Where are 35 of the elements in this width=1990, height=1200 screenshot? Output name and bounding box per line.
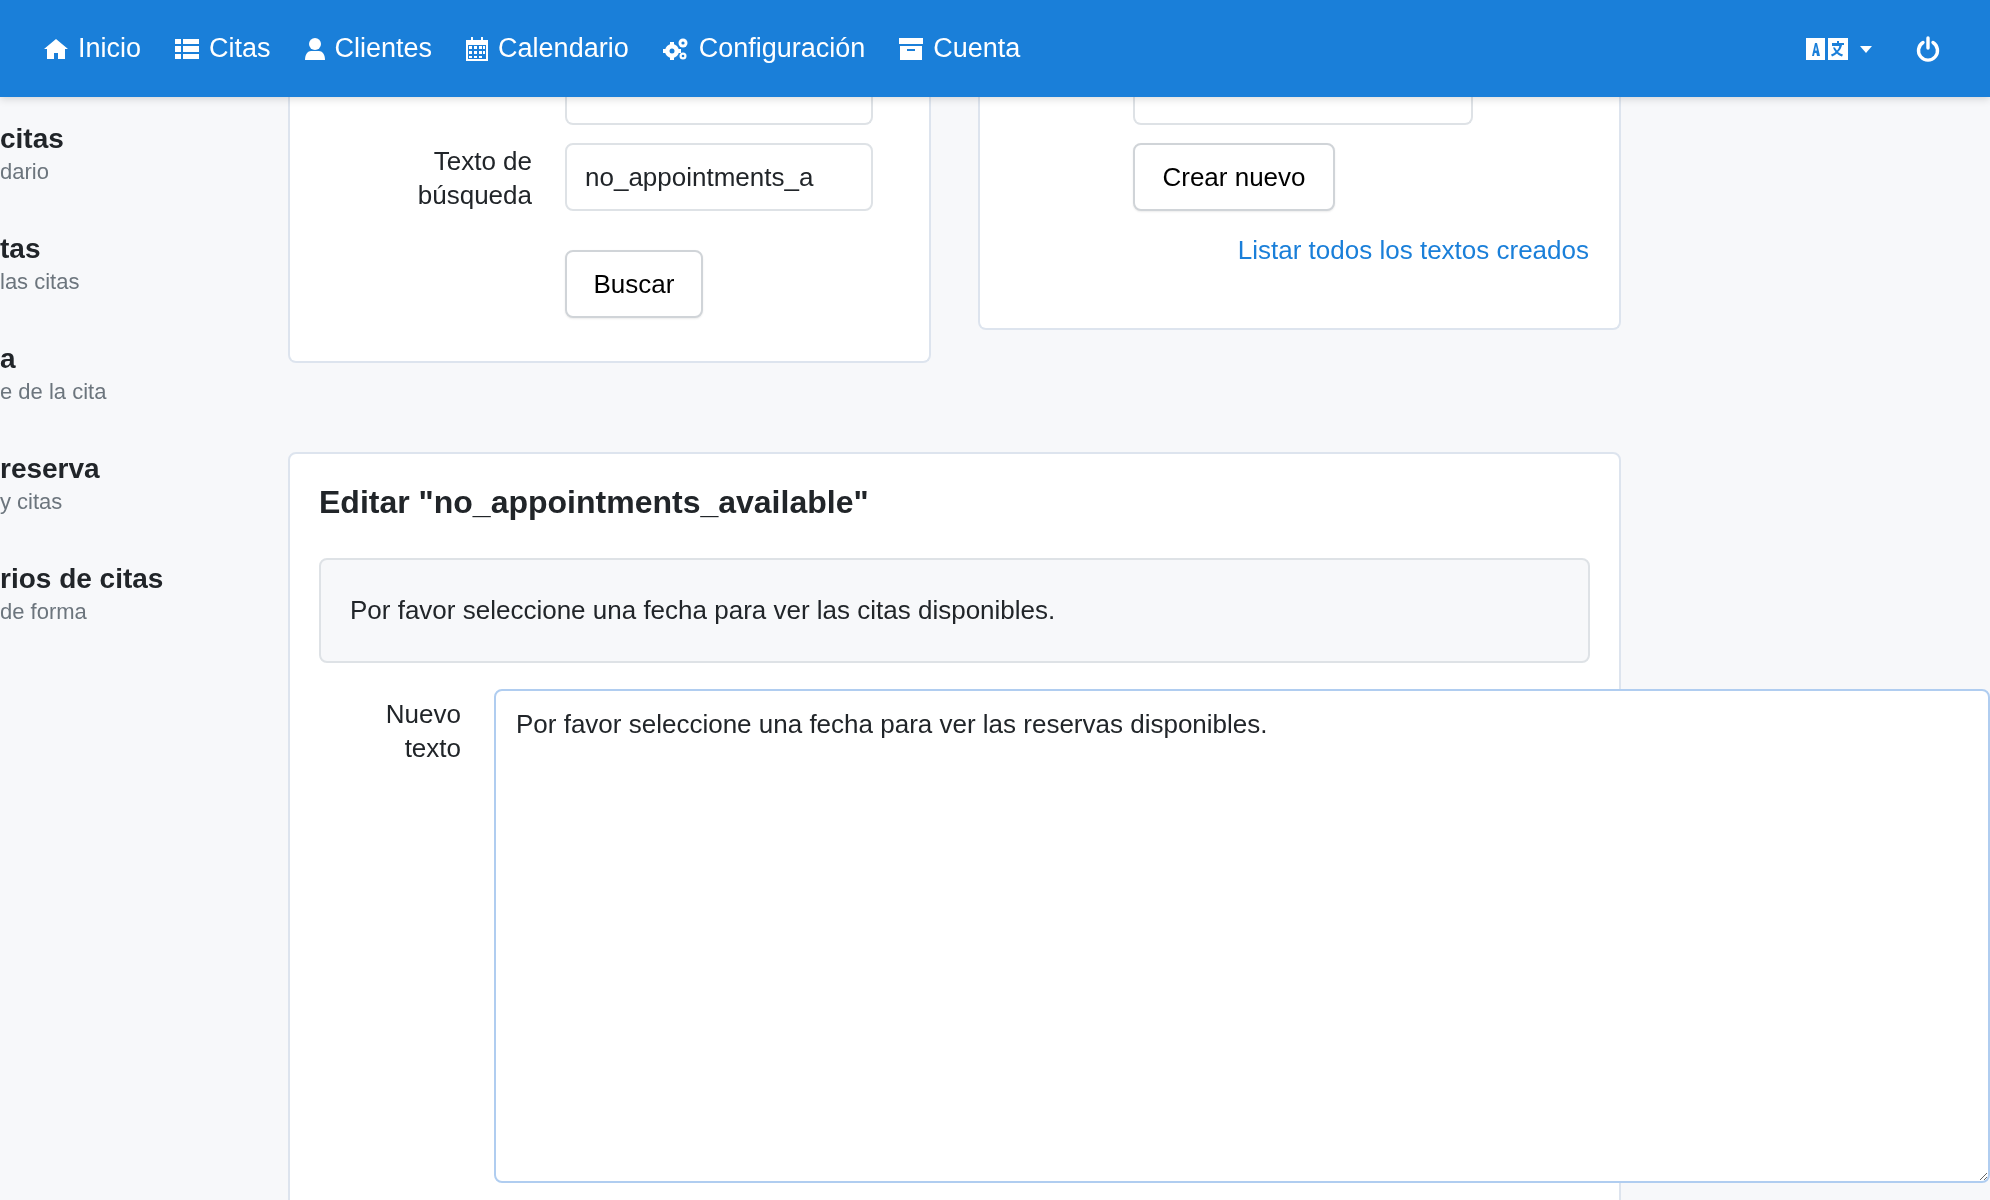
gears-icon bbox=[662, 36, 689, 61]
field-label: Texto de búsqueda bbox=[416, 145, 532, 212]
archive-box-icon bbox=[899, 37, 924, 60]
language-menu[interactable] bbox=[1806, 37, 1872, 60]
sidebar-description: e de la cita bbox=[0, 378, 108, 406]
sidebar-description: dario bbox=[0, 158, 50, 186]
sidebar-link[interactable]: reserva bbox=[0, 452, 288, 486]
nav-link[interactable]: Inicio bbox=[44, 33, 142, 64]
power-icon[interactable] bbox=[1916, 35, 1940, 62]
calendar-icon bbox=[466, 36, 489, 61]
sidebar-link[interactable]: tas bbox=[0, 232, 288, 266]
sidebar-link[interactable]: rios de citas bbox=[0, 562, 288, 596]
sidebar-link[interactable]: a bbox=[0, 342, 288, 376]
sidebar-description: las citas bbox=[0, 268, 81, 296]
caret-icon bbox=[1860, 44, 1872, 53]
home-icon bbox=[44, 37, 68, 60]
nav-link[interactable]: Configuración bbox=[662, 33, 866, 64]
nav-link[interactable]: Calendario bbox=[466, 33, 629, 64]
current-text: Por favor seleccione una fecha para ver las citas disponibles. bbox=[350, 595, 1056, 626]
search-button[interactable]: Buscar bbox=[565, 250, 703, 318]
translate-icon bbox=[1806, 37, 1848, 60]
input-field[interactable]: Por favor seleccione una fecha para ver las reservas disponibles. bbox=[494, 689, 1990, 1183]
nav-link[interactable]: Cuenta bbox=[899, 33, 1021, 64]
nav-link[interactable]: Clientes bbox=[304, 33, 433, 64]
edit-title: Editar "no_appointments_available" bbox=[319, 483, 870, 522]
sidebar-description: de forma bbox=[0, 598, 88, 626]
sidebar-description: y citas bbox=[0, 488, 64, 516]
list-icon bbox=[175, 38, 200, 59]
field-label: Nuevo texto bbox=[384, 698, 461, 765]
sidebar-link[interactable]: citas bbox=[0, 122, 288, 156]
user-icon bbox=[304, 37, 325, 60]
search-field[interactable]: no_appointments_a bbox=[565, 143, 873, 211]
create-button[interactable]: Crear nuevo bbox=[1133, 143, 1335, 211]
nav-link[interactable]: Citas bbox=[175, 33, 271, 64]
list-texts-link[interactable]: Listar todos los textos creados bbox=[1237, 233, 1589, 267]
